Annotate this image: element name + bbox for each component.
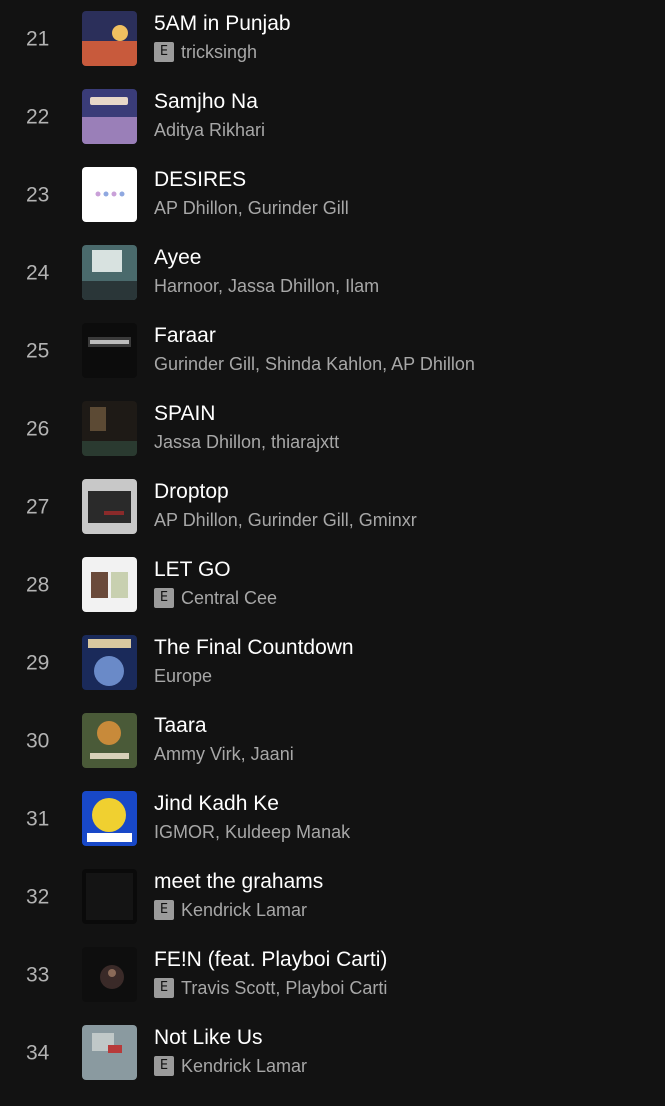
track-number: 22 xyxy=(26,105,50,129)
track-row[interactable]: 26 SPAIN Jassa Dhillon, thiarajxtt xyxy=(0,390,665,468)
track-artists[interactable]: Central Cee xyxy=(181,587,277,609)
track-row[interactable]: 28 LET GO E Central Cee xyxy=(0,546,665,624)
album-cover[interactable] xyxy=(82,869,137,924)
track-title[interactable]: LET GO xyxy=(154,558,231,582)
track-artists[interactable]: Jassa Dhillon, thiarajxtt xyxy=(154,431,339,453)
track-row[interactable]: 22 Samjho Na Aditya Rikhari xyxy=(0,78,665,156)
track-artists[interactable]: Europe xyxy=(154,665,212,687)
explicit-badge: E xyxy=(154,42,174,62)
track-number: 29 xyxy=(26,651,50,675)
album-cover[interactable] xyxy=(82,1025,137,1080)
track-subtitle: Harnoor, Jassa Dhillon, Ilam xyxy=(154,275,379,297)
track-title[interactable]: FE!N (feat. Playboi Carti) xyxy=(154,948,387,972)
album-cover[interactable] xyxy=(82,401,137,456)
track-number: 24 xyxy=(26,261,50,285)
track-subtitle: E Travis Scott, Playboi Carti xyxy=(154,977,387,999)
track-subtitle: E tricksingh xyxy=(154,41,257,63)
track-artists[interactable]: IGMOR, Kuldeep Manak xyxy=(154,821,350,843)
track-title[interactable]: Taara xyxy=(154,714,207,738)
explicit-badge: E xyxy=(154,978,174,998)
track-subtitle: Europe xyxy=(154,665,212,687)
track-row[interactable]: 25 Faraar Gurinder Gill, Shinda Kahlon, … xyxy=(0,312,665,390)
track-title[interactable]: Faraar xyxy=(154,324,216,348)
explicit-badge: E xyxy=(154,900,174,920)
track-artists[interactable]: AP Dhillon, Gurinder Gill, Gminxr xyxy=(154,509,417,531)
track-title[interactable]: SPAIN xyxy=(154,402,215,426)
track-row[interactable]: 29 The Final Countdown Europe xyxy=(0,624,665,702)
track-title[interactable]: Not Like Us xyxy=(154,1026,263,1050)
album-cover[interactable] xyxy=(82,479,137,534)
track-number: 28 xyxy=(26,573,50,597)
track-number: 32 xyxy=(26,885,50,909)
track-title[interactable]: Jind Kadh Ke xyxy=(154,792,279,816)
track-subtitle: Jassa Dhillon, thiarajxtt xyxy=(154,431,339,453)
track-subtitle: IGMOR, Kuldeep Manak xyxy=(154,821,350,843)
track-title[interactable]: Ayee xyxy=(154,246,202,270)
track-list: 21 5AM in Punjab E tricksingh 22 Samjho … xyxy=(0,0,665,1106)
track-number: 21 xyxy=(26,27,50,51)
track-title[interactable]: Samjho Na xyxy=(154,90,258,114)
track-number: 27 xyxy=(26,495,50,519)
track-artists[interactable]: Travis Scott, Playboi Carti xyxy=(181,977,387,999)
track-row[interactable]: 21 5AM in Punjab E tricksingh xyxy=(0,0,665,78)
track-subtitle: AP Dhillon, Gurinder Gill xyxy=(154,197,349,219)
album-cover[interactable] xyxy=(82,635,137,690)
track-row[interactable]: 23 DESIRES AP Dhillon, Gurinder Gill xyxy=(0,156,665,234)
album-cover[interactable] xyxy=(82,791,137,846)
album-cover[interactable] xyxy=(82,947,137,1002)
track-row[interactable]: 32 meet the grahams E Kendrick Lamar xyxy=(0,858,665,936)
album-cover[interactable] xyxy=(82,89,137,144)
track-subtitle: Ammy Virk, Jaani xyxy=(154,743,294,765)
track-number: 33 xyxy=(26,963,50,987)
album-cover[interactable] xyxy=(82,557,137,612)
track-title[interactable]: meet the grahams xyxy=(154,870,323,894)
album-cover[interactable] xyxy=(82,167,137,222)
track-subtitle: Gurinder Gill, Shinda Kahlon, AP Dhillon xyxy=(154,353,475,375)
track-number: 34 xyxy=(26,1041,50,1065)
track-artists[interactable]: Harnoor, Jassa Dhillon, Ilam xyxy=(154,275,379,297)
album-cover[interactable] xyxy=(82,11,137,66)
track-subtitle: Aditya Rikhari xyxy=(154,119,265,141)
track-artists[interactable]: Kendrick Lamar xyxy=(181,1055,307,1077)
track-artists[interactable]: Kendrick Lamar xyxy=(181,899,307,921)
track-row[interactable]: 33 FE!N (feat. Playboi Carti) E Travis S… xyxy=(0,936,665,1014)
album-cover[interactable] xyxy=(82,713,137,768)
track-title[interactable]: Droptop xyxy=(154,480,229,504)
track-row[interactable]: 27 Droptop AP Dhillon, Gurinder Gill, Gm… xyxy=(0,468,665,546)
track-subtitle: E Central Cee xyxy=(154,587,277,609)
track-artists[interactable]: Gurinder Gill, Shinda Kahlon, AP Dhillon xyxy=(154,353,475,375)
explicit-badge: E xyxy=(154,588,174,608)
track-subtitle: E Kendrick Lamar xyxy=(154,899,307,921)
track-row[interactable]: 30 Taara Ammy Virk, Jaani xyxy=(0,702,665,780)
track-title[interactable]: 5AM in Punjab xyxy=(154,12,291,36)
track-subtitle: E Kendrick Lamar xyxy=(154,1055,307,1077)
album-cover[interactable] xyxy=(82,323,137,378)
track-number: 31 xyxy=(26,807,50,831)
track-artists[interactable]: Ammy Virk, Jaani xyxy=(154,743,294,765)
track-artists[interactable]: Aditya Rikhari xyxy=(154,119,265,141)
album-cover[interactable] xyxy=(82,245,137,300)
track-row[interactable]: 24 Ayee Harnoor, Jassa Dhillon, Ilam xyxy=(0,234,665,312)
explicit-badge: E xyxy=(154,1056,174,1076)
track-title[interactable]: The Final Countdown xyxy=(154,636,354,660)
track-subtitle: AP Dhillon, Gurinder Gill, Gminxr xyxy=(154,509,417,531)
track-artists[interactable]: AP Dhillon, Gurinder Gill xyxy=(154,197,349,219)
track-row[interactable]: 34 Not Like Us E Kendrick Lamar xyxy=(0,1014,665,1092)
track-number: 30 xyxy=(26,729,50,753)
track-number: 26 xyxy=(26,417,50,441)
track-number: 25 xyxy=(26,339,50,363)
track-number: 23 xyxy=(26,183,50,207)
track-row[interactable]: 31 Jind Kadh Ke IGMOR, Kuldeep Manak xyxy=(0,780,665,858)
track-title[interactable]: DESIRES xyxy=(154,168,246,192)
track-artists[interactable]: tricksingh xyxy=(181,41,257,63)
